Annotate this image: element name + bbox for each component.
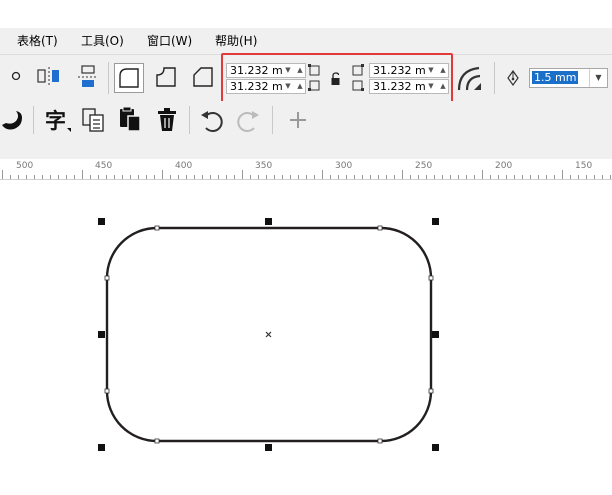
mirror-horizontal-icon[interactable]	[36, 66, 64, 88]
handle-bottom-middle	[265, 444, 272, 451]
ruler-band	[0, 141, 612, 160]
menu-window[interactable]: 窗口(W)	[147, 34, 192, 48]
chamfered-corner-icon	[193, 67, 213, 87]
trash-icon[interactable]	[155, 106, 181, 134]
outline-width-value: 1.5 mm	[532, 71, 579, 84]
round-corner-icon	[119, 68, 139, 88]
handle-middle-left	[98, 331, 105, 338]
round-corner-button[interactable]	[114, 63, 144, 93]
text-tool-icon[interactable]: 字	[43, 106, 73, 134]
mirror-vertical-icon[interactable]	[76, 64, 100, 90]
ruler-ticks	[2, 170, 611, 179]
wrap-text-icon[interactable]	[0, 107, 26, 133]
menu-bar: 表格(T) 工具(O) 窗口(W) 帮助(H)	[0, 28, 612, 55]
window-top-strip	[0, 0, 612, 28]
handle-top-middle	[265, 218, 272, 225]
svg-text:字: 字	[45, 109, 66, 133]
handle-middle-right	[432, 331, 439, 338]
pen-nib-icon	[507, 70, 519, 86]
chamfered-corner-button[interactable]	[189, 63, 219, 93]
separator	[494, 62, 495, 94]
separator	[272, 106, 273, 134]
redo-icon[interactable]	[234, 107, 262, 133]
circle-icon[interactable]	[10, 70, 22, 82]
chevron-down-icon[interactable]: ▼	[589, 69, 607, 87]
menu-help[interactable]: 帮助(H)	[215, 34, 257, 48]
horizontal-ruler[interactable]: 500 450 400 350 300 250 200 150	[0, 159, 612, 180]
outline-width-select[interactable]: 1.5 mm ▼	[529, 68, 608, 88]
menu-table[interactable]: 表格(T)	[17, 34, 58, 48]
drawing-canvas[interactable]	[0, 180, 612, 491]
canvas-drawing	[98, 218, 439, 451]
handle-top-right	[432, 218, 439, 225]
scalloped-corner-button[interactable]	[152, 63, 182, 93]
undo-icon[interactable]	[198, 107, 226, 133]
relative-corner-scaling-icon[interactable]	[455, 64, 485, 94]
add-icon[interactable]	[287, 109, 309, 131]
paste-icon[interactable]	[118, 106, 144, 134]
handle-bottom-right	[432, 444, 439, 451]
separator	[108, 62, 109, 94]
scalloped-corner-icon	[156, 67, 176, 87]
handle-top-left	[98, 218, 105, 225]
separator	[33, 106, 34, 134]
menu-tools[interactable]: 工具(O)	[81, 34, 124, 48]
text-format-icon[interactable]	[81, 107, 107, 133]
separator	[189, 106, 190, 134]
handle-bottom-left	[98, 444, 105, 451]
center-marker-icon	[265, 331, 272, 338]
